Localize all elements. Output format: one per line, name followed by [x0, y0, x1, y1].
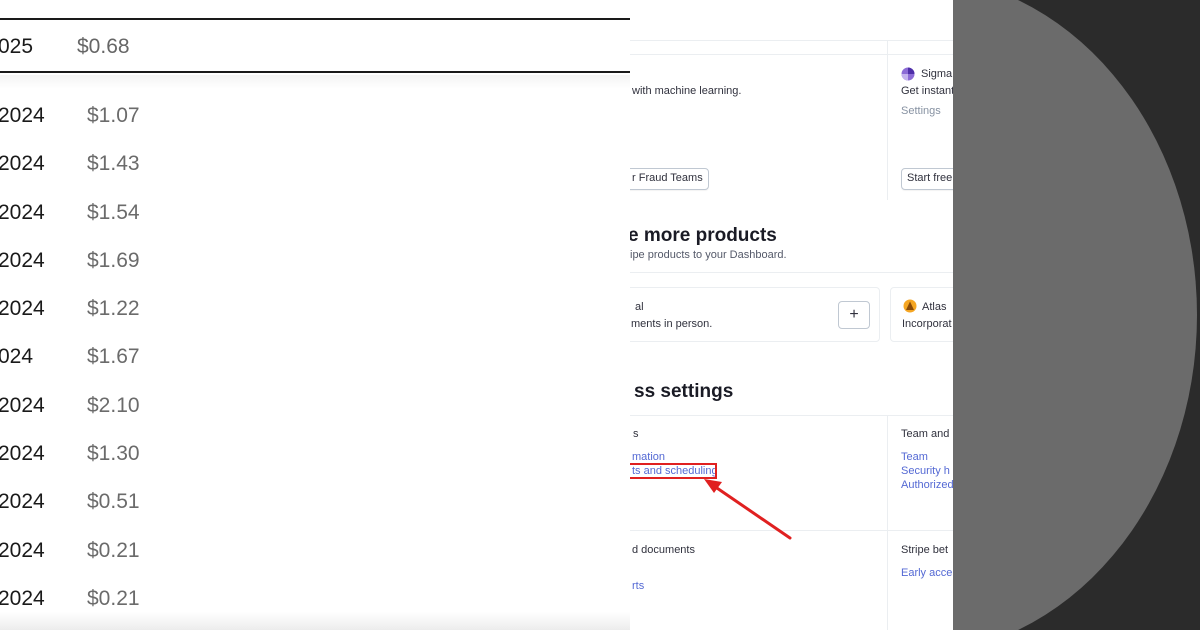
panel-bottom-shadow — [0, 612, 630, 630]
row-price: $1.43 — [87, 152, 140, 176]
row-price: $0.21 — [87, 538, 140, 562]
row-price: $1.30 — [87, 442, 140, 466]
row-date: 2024 — [0, 248, 45, 272]
header-shadow — [0, 75, 630, 89]
price-row: 2024 $2.10 — [0, 382, 630, 430]
row-price: $1.54 — [87, 200, 140, 224]
annotation-arrow-icon — [704, 479, 792, 540]
row-price: $1.69 — [87, 248, 140, 272]
price-rows: 2024 $1.07 2024 $1.43 2024 $1.54 2024 $1.69 2024… — [0, 92, 630, 623]
row-date: 2024 — [0, 200, 45, 224]
decorative-circle — [953, 0, 1197, 630]
row-date: 2024 — [0, 297, 45, 321]
row-date: 2024 — [0, 152, 45, 176]
price-list-header-row: 025 $0.68 — [0, 18, 630, 73]
price-list-panel: 025 $0.68 2024 $1.07 2024 $1.43 2024 $1.54 202… — [0, 0, 630, 630]
dark-background-panel — [953, 0, 1200, 630]
price-row: 2024 $0.51 — [0, 478, 630, 526]
row-price: $1.22 — [87, 297, 140, 321]
row-date: 2024 — [0, 586, 45, 610]
price-row: 2024 $0.21 — [0, 527, 630, 575]
row-price: $1.67 — [87, 345, 140, 369]
row-price: $1.07 — [87, 104, 140, 127]
price-row: 2024 $1.69 — [0, 237, 630, 285]
row-price: $0.21 — [87, 586, 140, 610]
row-date: 2024 — [0, 393, 45, 417]
row-date: 2024 — [0, 538, 45, 562]
price-row: 024 $1.67 — [0, 333, 630, 381]
row-date: 2024 — [0, 490, 45, 514]
row-date: 024 — [0, 345, 34, 369]
header-price: $0.68 — [77, 35, 130, 58]
price-row: 2024 $1.30 — [0, 430, 630, 478]
price-row: 2024 $1.54 — [0, 189, 630, 237]
row-price: $2.10 — [87, 393, 140, 417]
row-date: 2024 — [0, 104, 45, 127]
price-row: 2024 $1.22 — [0, 285, 630, 333]
header-date: 025 — [0, 35, 34, 58]
row-price: $0.51 — [87, 490, 140, 514]
price-row: 2024 $1.43 — [0, 140, 630, 188]
dashboard-panel: with machine learning. r Fraud Teams Sig… — [630, 0, 953, 630]
row-date: 2024 — [0, 442, 45, 466]
price-row: 2024 $1.07 — [0, 92, 630, 140]
